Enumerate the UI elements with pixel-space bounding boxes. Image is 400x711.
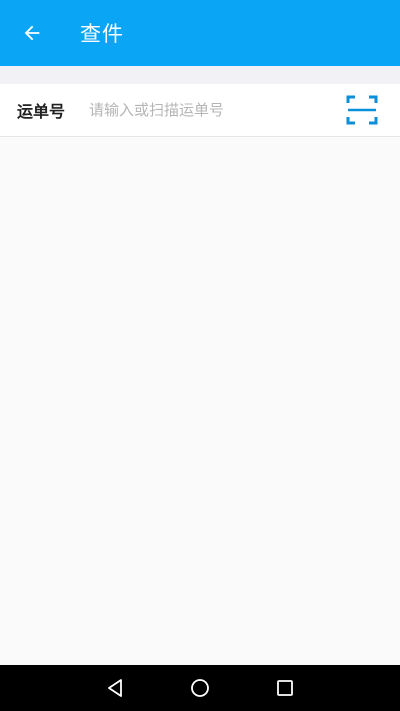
section-divider — [0, 66, 400, 84]
app-bar: 查件 — [0, 0, 400, 66]
waybill-label: 运单号 — [17, 102, 66, 121]
system-navigation-bar — [0, 665, 400, 711]
scan-icon — [346, 95, 378, 125]
nav-recents-button[interactable] — [243, 665, 328, 711]
nav-back-button[interactable] — [73, 665, 158, 711]
nav-back-icon — [108, 679, 122, 697]
nav-recents-icon — [277, 680, 293, 696]
nav-home-icon — [191, 679, 209, 697]
nav-home-button[interactable] — [158, 665, 243, 711]
arrow-left-icon — [24, 25, 40, 41]
waybill-number-input[interactable] — [87, 90, 329, 130]
back-button[interactable] — [0, 0, 64, 66]
page-title: 查件 — [80, 22, 124, 46]
scan-button[interactable] — [346, 94, 378, 126]
waybill-input-row: 运单号 — [0, 84, 400, 137]
